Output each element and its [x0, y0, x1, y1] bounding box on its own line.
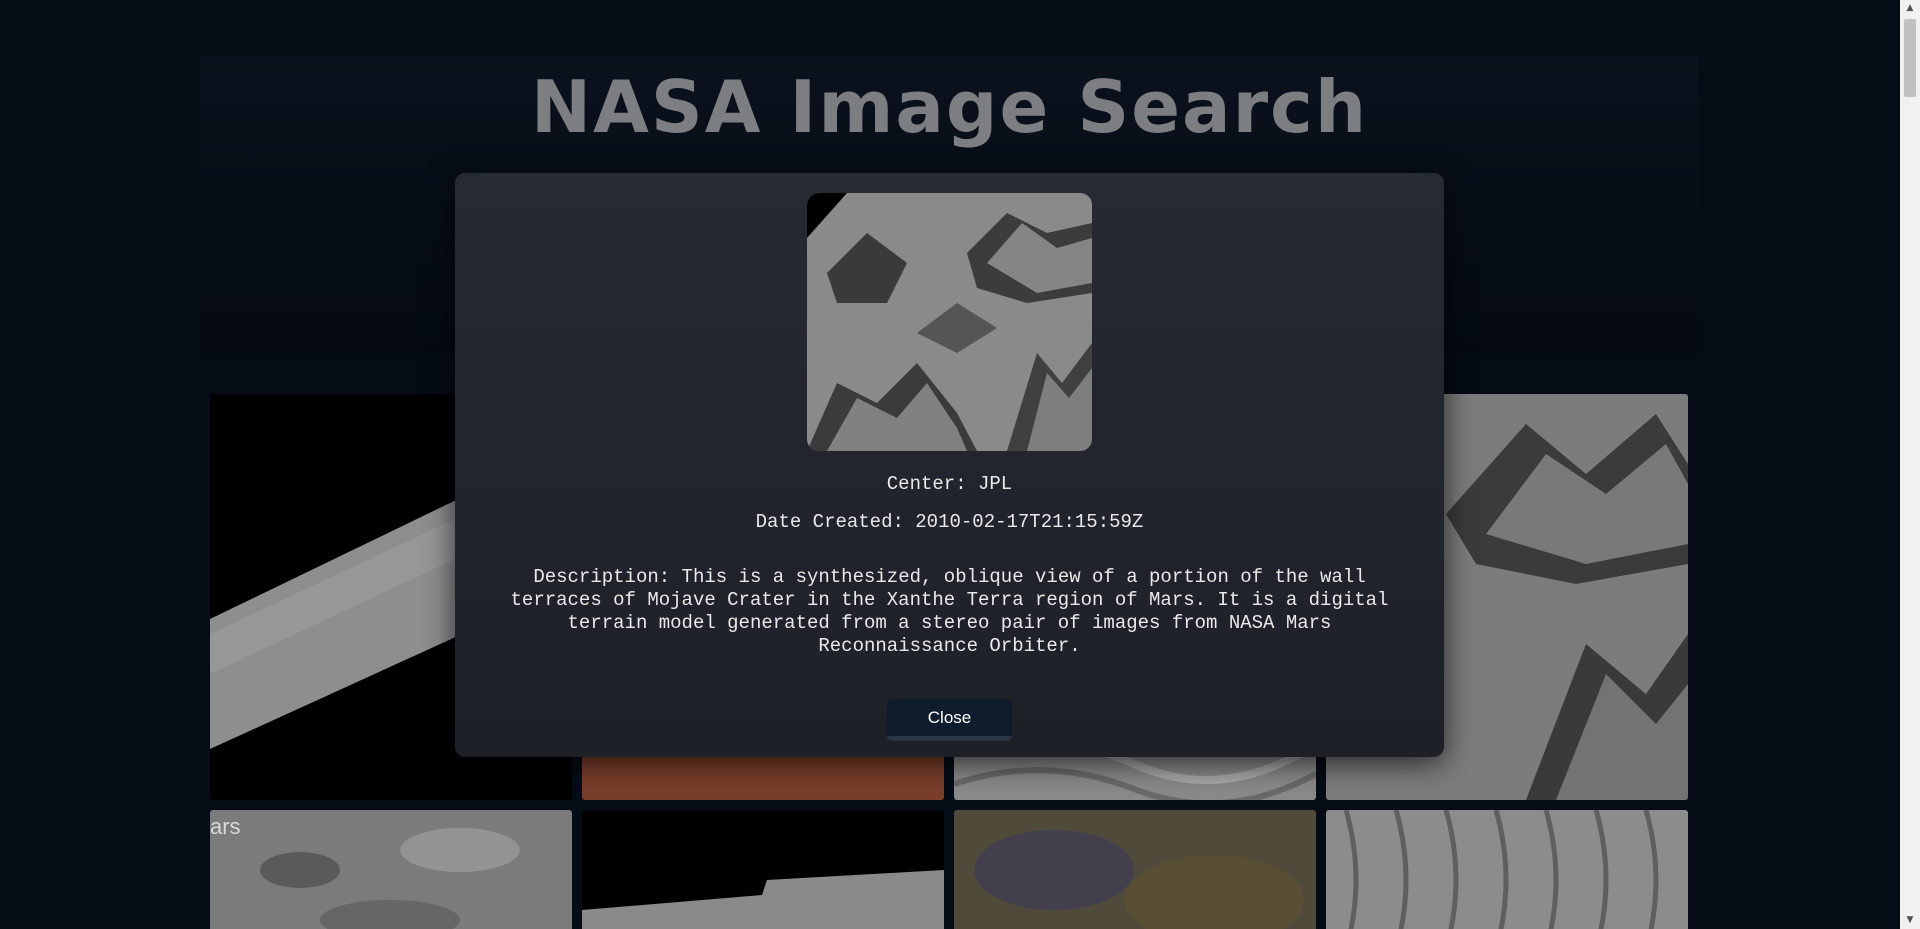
image-detail-modal: Center: JPL Date Created: 2010-02-17T21:… — [455, 173, 1444, 757]
close-button[interactable]: Close — [887, 699, 1012, 741]
scrollbar-thumb[interactable] — [1904, 19, 1916, 97]
scroll-up-icon[interactable]: ▲ — [1900, 0, 1920, 17]
page-scrollbar[interactable]: ▲ ▼ — [1900, 0, 1920, 929]
modal-center: Center: JPL — [886, 473, 1013, 495]
scroll-down-icon[interactable]: ▼ — [1900, 912, 1920, 929]
modal-date-created: Date Created: 2010-02-17T21:15:59Z — [755, 511, 1144, 533]
modal-description: Description: This is a synthesized, obli… — [510, 566, 1389, 657]
modal-image — [807, 193, 1092, 451]
